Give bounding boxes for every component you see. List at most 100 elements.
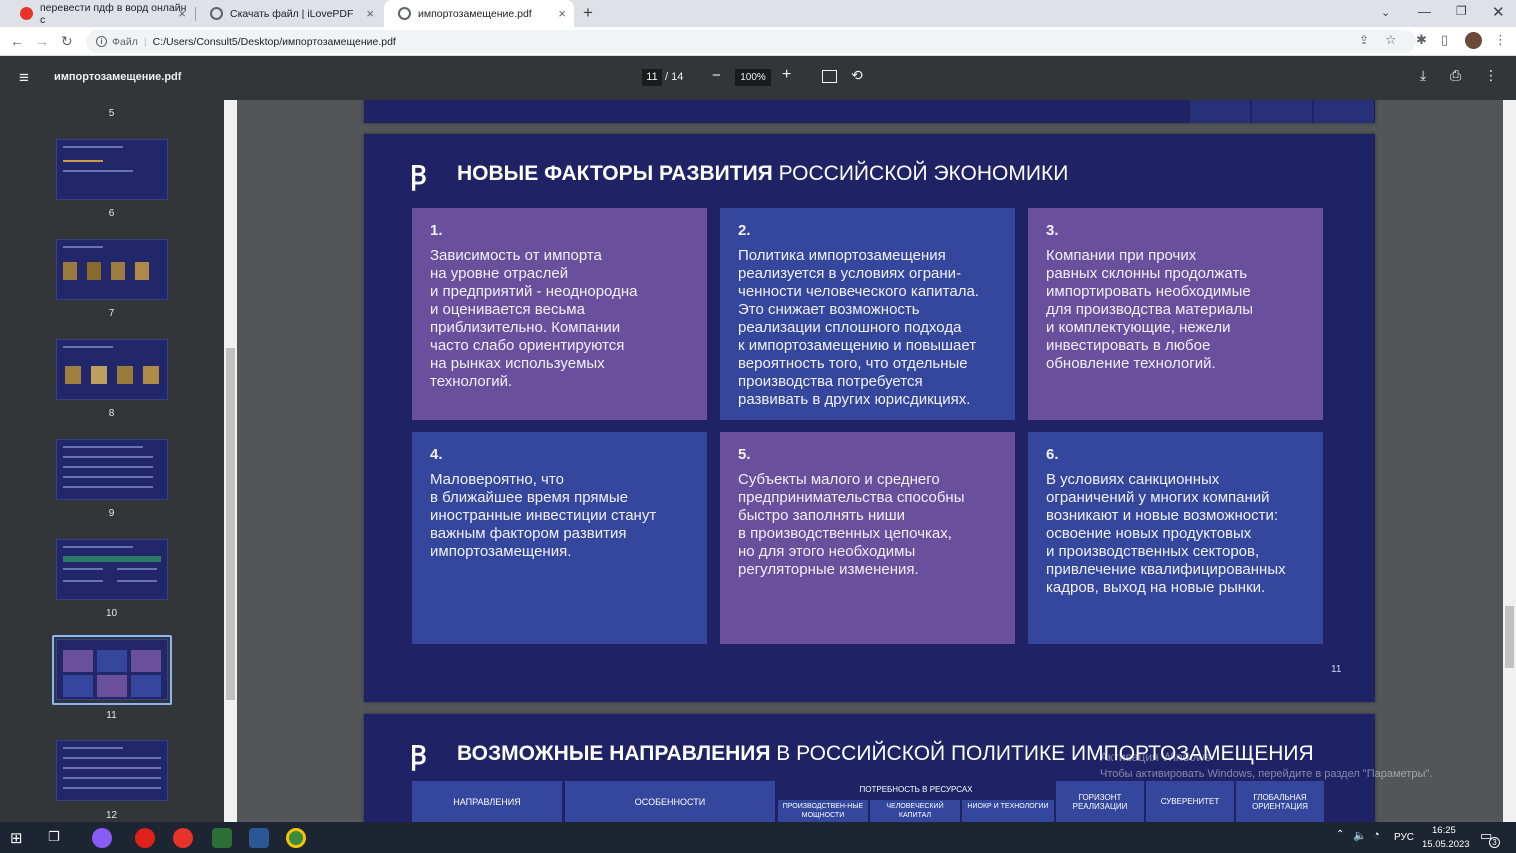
table-header-horizon: ГОРИЗОНТ РЕАЛИЗАЦИИ	[1056, 781, 1144, 822]
page-thumbnail[interactable]	[56, 539, 168, 600]
thumb-label: 5	[108, 108, 115, 119]
yandex-browser-icon[interactable]	[173, 828, 193, 848]
more-options-icon[interactable]: ⋮	[1484, 67, 1498, 84]
task-view-icon[interactable]: ❐	[48, 829, 60, 845]
thumb-label: 9	[108, 508, 115, 519]
chrome-icon[interactable]	[286, 828, 306, 848]
share-icon[interactable]: ⇪	[1359, 33, 1369, 47]
browser-tab-strip: перевести пдф в ворд онлайн с × Скачать …	[0, 0, 1516, 27]
close-tab-icon[interactable]: ×	[178, 6, 186, 21]
thumb-label: 12	[105, 810, 118, 821]
tab-search[interactable]: перевести пдф в ворд онлайн с ×	[6, 0, 194, 27]
print-icon[interactable]: ⎙	[1450, 67, 1461, 84]
reload-icon[interactable]: ↻	[61, 33, 73, 50]
page-10-bottom	[364, 100, 1375, 123]
main-scrollbar[interactable]	[1503, 100, 1516, 822]
page-thumbnail[interactable]	[56, 740, 168, 801]
document-title: импортозамещение.pdf	[54, 71, 182, 83]
new-tab-button[interactable]: +	[583, 3, 593, 23]
clock-time[interactable]: 16:25	[1432, 825, 1456, 836]
table-header-human: ЧЕЛОВЕЧЕСКИЙ КАПИТАЛ	[870, 800, 960, 822]
table-header-global: ГЛОБАЛЬНАЯ ОРИЕНТАЦИЯ	[1236, 781, 1324, 822]
thumbnail-sidebar: 5 6 7 8 9 10 11 12	[0, 100, 237, 822]
page-thumbnail-selected[interactable]	[56, 639, 168, 700]
globe-icon	[210, 7, 223, 20]
watermark-title: Активация Windows	[1100, 750, 1211, 764]
page-title: НОВЫЕ ФАКТОРЫ РАЗВИТИЯ РОССИЙСКОЙ ЭКОНОМ…	[457, 162, 1069, 185]
zoom-out-icon[interactable]: −	[712, 67, 721, 84]
word-icon[interactable]	[249, 828, 269, 848]
page-thumbnail[interactable]	[56, 339, 168, 400]
info-icon[interactable]: i	[96, 36, 107, 47]
sidebar-scrollbar[interactable]	[224, 100, 237, 822]
windows-start-icon[interactable]: ⊞	[10, 829, 23, 847]
thumb-label: 6	[108, 208, 115, 219]
zoom-input[interactable]: 100%	[735, 69, 771, 86]
url-text[interactable]: C:/Users/Consult5/Desktop/импортозамещен…	[153, 36, 396, 48]
yandex-icon	[20, 7, 33, 20]
factor-card-4: 4. Маловероятно, что в ближайшее время п…	[412, 432, 707, 644]
bookmark-star-icon[interactable]: ☆	[1385, 32, 1397, 48]
thumb-label: 11	[106, 710, 117, 721]
pdf-page-11: Ꞵ НОВЫЕ ФАКТОРЫ РАЗВИТИЯ РОССИЙСКОЙ ЭКОН…	[364, 134, 1375, 702]
opera-icon[interactable]	[135, 828, 155, 848]
alice-icon[interactable]	[92, 828, 112, 848]
table-header-sovereignty: СУВЕРЕНИТЕТ	[1146, 781, 1234, 822]
table-header-capacity: ПРОИЗВОДСТВЕН-НЫЕ МОЩНОСТИ	[778, 800, 868, 822]
watermark-text: Чтобы активировать Windows, перейдите в …	[1100, 768, 1433, 780]
factor-card-1: 1. Зависимость от импорта на уровне отра…	[412, 208, 707, 420]
factor-card-3: 3. Компании при прочих равных склонны пр…	[1028, 208, 1323, 420]
language-indicator[interactable]: РУС	[1394, 832, 1414, 843]
notification-count: 3	[1489, 837, 1500, 848]
close-window-icon[interactable]: ✕	[1492, 3, 1505, 21]
clock-date[interactable]: 15.05.2023	[1422, 839, 1470, 850]
table-header-resources: ПОТРЕБНОСТЬ В РЕСУРСАХ	[778, 781, 1054, 798]
factor-card-2: 2. Политика импортозамещения реализуется…	[720, 208, 1015, 420]
thumb-label: 7	[108, 308, 115, 319]
table-header-directions: НАПРАВЛЕНИЯ	[412, 781, 562, 822]
avatar[interactable]	[1465, 32, 1482, 49]
volume-icon[interactable]: 🔈	[1353, 829, 1367, 842]
table-header-rnd: НИОКР И ТЕХНОЛОГИИ	[962, 800, 1054, 822]
rotate-icon[interactable]: ⟲	[851, 67, 863, 84]
extensions-icon[interactable]: ✱	[1416, 32, 1427, 48]
network-icon[interactable]: ◔	[1373, 829, 1380, 841]
windows-taskbar: ⊞ ❐ ⌃ 🔈 ◔ РУС 16:25 15.05.2023 ▭ 3	[0, 822, 1516, 853]
factor-card-5: 5. Субъекты малого и среднего предприним…	[720, 432, 1015, 644]
page-thumbnail[interactable]	[56, 139, 168, 200]
scroll-thumb[interactable]	[1505, 606, 1514, 668]
winrar-icon[interactable]	[212, 828, 232, 848]
thumb-label: 10	[105, 608, 118, 619]
pdf-toolbar: ≡ импортозамещение.pdf 11 / 14 − 100% + …	[0, 56, 1516, 100]
side-panel-icon[interactable]: ▯	[1441, 32, 1448, 48]
back-icon[interactable]: ←	[10, 33, 24, 49]
hse-logo: Ꞵ	[410, 741, 427, 771]
tray-chevron-icon[interactable]: ⌃	[1336, 829, 1344, 840]
page-thumbnail[interactable]	[56, 239, 168, 300]
table-header-features: ОСОБЕННОСТИ	[565, 781, 775, 822]
tab-ilovepdf[interactable]: Скачать файл | iLovePDF ×	[196, 0, 382, 27]
address-toolbar: ← → ↻ i Файл | C:/Users/Consult5/Desktop…	[0, 27, 1516, 56]
tab-search-icon[interactable]: ⌄	[1381, 6, 1390, 19]
close-tab-icon[interactable]: ×	[558, 6, 566, 21]
close-tab-icon[interactable]: ×	[366, 6, 374, 21]
thumb-label: 8	[108, 408, 115, 419]
menu-icon[interactable]: ≡	[19, 68, 29, 88]
restore-icon[interactable]: ❐	[1456, 4, 1467, 18]
fit-page-icon[interactable]	[822, 70, 837, 83]
omnibox[interactable]: i Файл | C:/Users/Consult5/Desktop/импор…	[86, 30, 1416, 53]
zoom-in-icon[interactable]: +	[782, 66, 791, 84]
globe-icon	[398, 7, 411, 20]
factor-card-6: 6. В условиях санкционных ограничений у …	[1028, 432, 1323, 644]
menu-dots-icon[interactable]: ⋮	[1494, 32, 1507, 48]
pdf-viewport[interactable]: Ꞵ НОВЫЕ ФАКТОРЫ РАЗВИТИЯ РОССИЙСКОЙ ЭКОН…	[237, 100, 1503, 822]
download-icon[interactable]: ⤓	[1420, 67, 1426, 84]
minimize-icon[interactable]: —	[1418, 4, 1431, 19]
hse-logo: Ꞵ	[410, 161, 427, 191]
forward-icon[interactable]: →	[35, 33, 49, 49]
page-total: / 14	[665, 71, 684, 83]
page-number-input[interactable]: 11	[642, 69, 662, 86]
page-number: 11	[1331, 664, 1342, 675]
tab-pdf[interactable]: импортозамещение.pdf ×	[384, 0, 574, 27]
page-thumbnail[interactable]	[56, 439, 168, 500]
